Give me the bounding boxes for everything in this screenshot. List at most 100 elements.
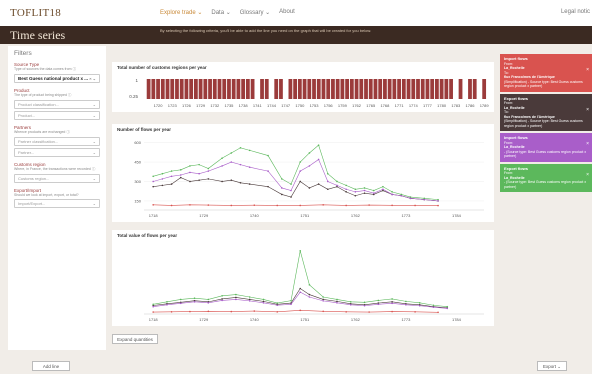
nav-legal-notice[interactable]: Legal notic	[561, 9, 590, 15]
selected-lines-list: Import flows From: La_Rochelle To: flux …	[500, 54, 592, 194]
info-icon[interactable]: ⓘ	[73, 67, 77, 71]
data-point	[276, 311, 279, 313]
data-point	[322, 310, 324, 313]
nav-explore-trade[interactable]: Explore trade ⌄	[160, 9, 202, 16]
data-point	[391, 298, 393, 300]
add-line-button[interactable]: Add line	[32, 361, 70, 371]
data-point	[207, 298, 210, 301]
series-line	[153, 250, 448, 308]
nav-glossary[interactable]: Glossary ⌄	[240, 9, 270, 16]
bar	[368, 79, 373, 99]
line-card[interactable]: Import flows From: La_Rochelle - (Source…	[500, 133, 592, 162]
series-line	[153, 158, 439, 202]
data-point	[363, 192, 366, 194]
data-point	[230, 310, 233, 313]
data-point	[221, 299, 223, 302]
data-point	[152, 180, 154, 183]
data-point	[262, 302, 265, 304]
data-point	[299, 250, 302, 252]
close-icon[interactable]: ×	[586, 172, 589, 178]
data-point	[198, 172, 200, 175]
bar	[411, 79, 416, 99]
data-point	[363, 301, 366, 304]
data-point	[336, 180, 338, 183]
close-icon[interactable]: ×	[586, 68, 589, 73]
y-tick-label: 150	[134, 198, 141, 203]
data-point	[432, 304, 435, 307]
product-select[interactable]: Product... ⌄	[14, 111, 100, 120]
page-title: Time series	[10, 28, 66, 42]
data-point	[170, 311, 173, 313]
source-type-help: Type of sources the data comes from ⓘ	[14, 67, 77, 71]
bar	[203, 79, 208, 99]
x-tick-label: 1773	[401, 213, 411, 218]
customs-regions-chart: 1 0.25 1720 1723 1726 1729 1732 1735 1738 1741 174…	[129, 78, 489, 108]
data-point	[368, 204, 370, 206]
data-point	[189, 165, 191, 167]
x-tick-label: 1762	[352, 103, 362, 108]
bar	[383, 79, 387, 99]
x-tick-label: 1783	[451, 103, 461, 108]
data-point	[354, 194, 357, 197]
x-tick-label: 1759	[338, 103, 348, 108]
data-point	[299, 287, 302, 290]
data-point	[437, 204, 439, 207]
export-import-select[interactable]: Import/Export... ⌄	[14, 199, 100, 208]
data-point	[405, 300, 407, 303]
data-point	[345, 191, 347, 193]
y-tick-label: 300	[134, 179, 141, 184]
x-tick-label: 1718	[149, 317, 159, 322]
close-icon[interactable]: ×	[586, 142, 589, 147]
y-tick-label: 600	[134, 140, 141, 145]
x-tick-label: 1744	[267, 103, 277, 108]
x-tick-label: 1720	[154, 103, 164, 108]
data-point	[221, 294, 223, 297]
data-point	[179, 298, 182, 301]
chevron-down-icon: ⌄	[92, 201, 96, 206]
x-tick-label: 1768	[380, 103, 390, 108]
data-point	[248, 296, 251, 298]
customs-region-select[interactable]: Customs region... ⌄	[14, 174, 100, 183]
data-point	[418, 302, 421, 304]
line-card[interactable]: Export flows From: La_Rochelle To: flux …	[500, 93, 592, 131]
x-tick-label: 1750	[295, 103, 305, 108]
data-point	[166, 301, 168, 303]
data-point	[161, 172, 164, 175]
bar	[373, 79, 378, 99]
export-button[interactable]: Export ⌄	[537, 361, 567, 371]
bar	[170, 79, 175, 99]
product-classification-select[interactable]: Product classification... ⌄	[14, 100, 100, 109]
partner-classification-select[interactable]: Partner classification... ⌄	[14, 137, 100, 146]
close-icon[interactable]: ×	[586, 107, 589, 113]
expand-quantities-button[interactable]: Expand quantities	[112, 334, 158, 344]
info-icon[interactable]: ⓘ	[68, 93, 72, 97]
chevron-down-icon: ⌄	[92, 102, 96, 107]
data-point	[189, 204, 191, 206]
info-icon[interactable]: ⓘ	[66, 130, 70, 134]
flows-count-panel: Number of flows per year 600 450 300 150 171…	[112, 124, 494, 222]
nav-about[interactable]: About	[279, 9, 295, 16]
page-banner: Time series By selecting the following c…	[0, 26, 592, 44]
data-point	[189, 310, 191, 313]
data-point	[290, 303, 292, 306]
line-card[interactable]: Import flows From: La_Rochelle To: flux …	[500, 54, 592, 92]
bar	[189, 79, 194, 99]
nav-data[interactable]: Data ⌄	[211, 9, 230, 16]
data-point	[391, 301, 393, 303]
data-point	[221, 165, 223, 167]
x-tick-label: 1729	[199, 317, 209, 322]
partner-select[interactable]: Partner... ⌄	[14, 148, 100, 157]
data-point	[391, 310, 393, 313]
data-point	[207, 310, 210, 313]
data-point	[267, 185, 269, 188]
source-type-select[interactable]: Best Guess national product x ... × ⌄	[14, 74, 100, 83]
data-point	[170, 204, 173, 207]
info-icon[interactable]: ⓘ	[92, 167, 96, 171]
bar	[217, 79, 222, 99]
data-point	[230, 204, 233, 207]
data-point	[276, 302, 279, 304]
site-logo[interactable]: TOFLIT18	[10, 7, 61, 19]
chevron-down-icon: ⌄	[92, 176, 96, 181]
line-card[interactable]: Export flows From: La_Rochelle - (Source…	[500, 163, 592, 192]
chevron-down-icon: ⌄	[92, 139, 96, 144]
